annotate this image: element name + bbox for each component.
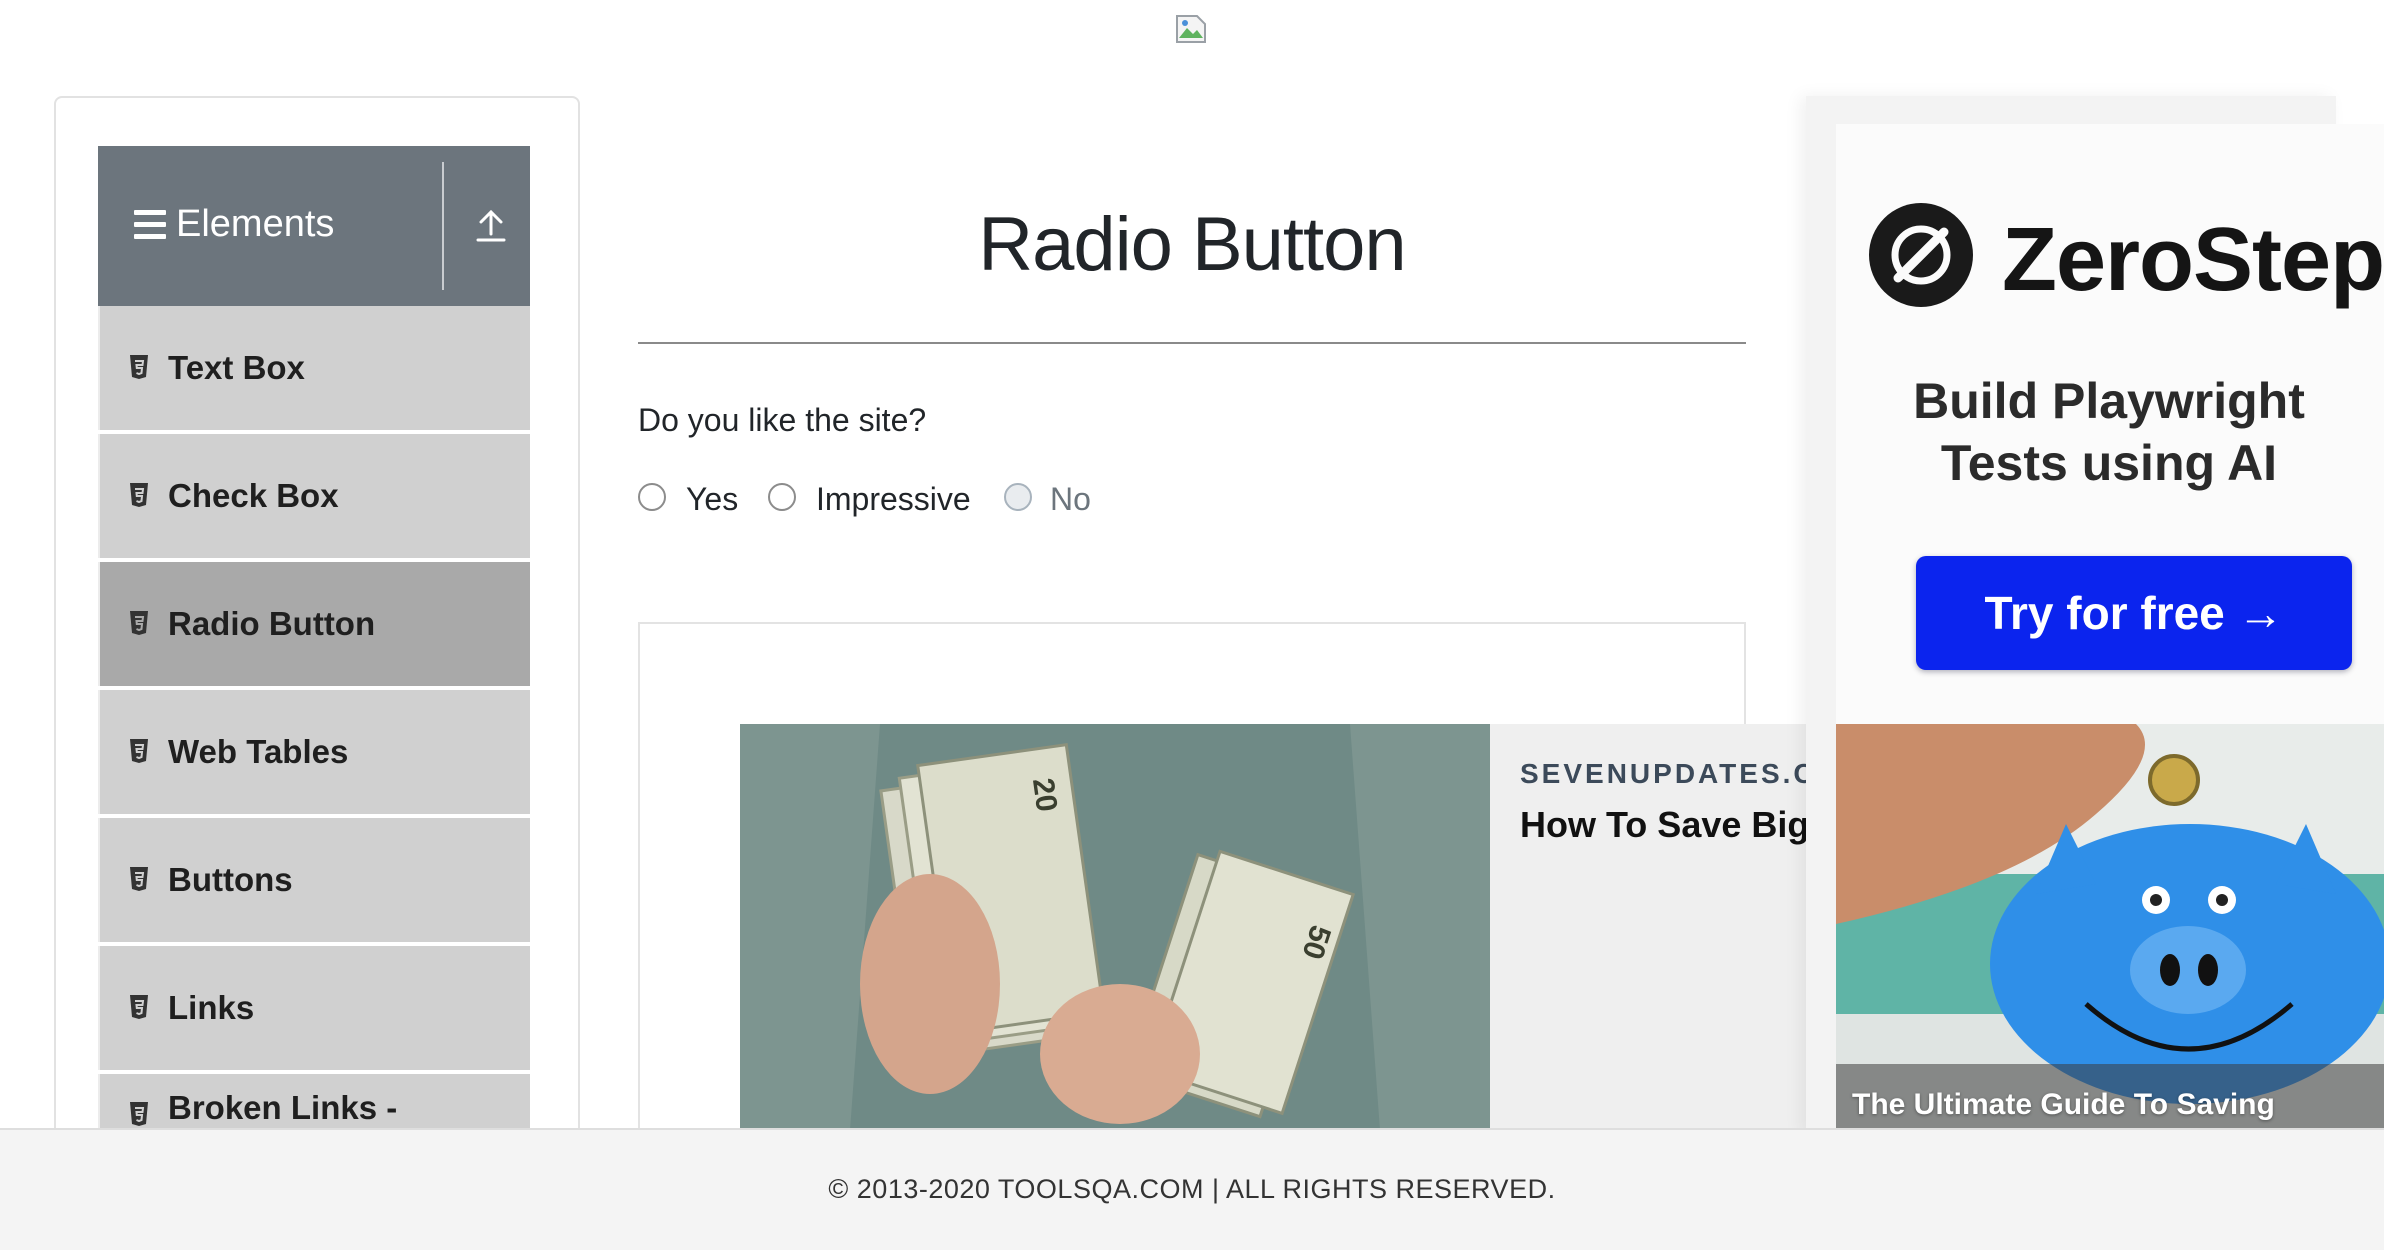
upload-arrow-icon[interactable]	[474, 206, 508, 246]
html5-icon	[130, 355, 148, 379]
piggy-bank-image	[1836, 724, 2384, 1130]
ad-headline[interactable]: How To Save Big A	[1520, 804, 1836, 846]
broken-image-icon	[1176, 15, 1206, 43]
ad-source: SEVENUPDATES.CO	[1520, 758, 1836, 789]
cash-image: 20 50	[740, 724, 1490, 1130]
elements-group-header[interactable]: Elements	[98, 146, 530, 306]
html5-icon	[130, 995, 148, 1019]
radio-label-yes[interactable]: Yes	[686, 478, 738, 520]
zerostep-brand: ZeroStep	[2002, 210, 2384, 310]
try-for-free-button[interactable]: Try for free →	[1916, 556, 2352, 670]
sidebar-item-label: Text Box	[168, 349, 305, 386]
html5-icon	[130, 1102, 148, 1126]
sidebar-item-label: Buttons	[168, 861, 293, 898]
svg-text:20: 20	[1026, 776, 1063, 814]
tagline-line-2: Tests using AI	[1940, 435, 2278, 491]
radio-yes[interactable]	[638, 483, 666, 511]
sidebar-item-label: Check Box	[168, 477, 339, 514]
html5-icon	[130, 867, 148, 891]
group-title: Elements	[176, 203, 335, 245]
bank-ad-caption[interactable]: The Ultimate Guide To Saving	[1852, 1088, 2275, 1122]
radio-label-no: No	[1050, 481, 1091, 517]
footer: © 2013-2020 TOOLSQA.COM | ALL RIGHTS RES…	[0, 1128, 2384, 1250]
native-ad-text[interactable]: SEVENUPDATES.CO How To Save Big A	[1490, 724, 1836, 1130]
radio-no	[1004, 483, 1032, 511]
zerostep-logo-icon	[1869, 203, 1973, 307]
zerostep-tagline: Build Playwright Tests using AI	[1836, 370, 2382, 494]
sidebar-item-text-box[interactable]: Text Box	[98, 306, 530, 430]
html5-icon	[130, 611, 148, 635]
sidebar-item-check-box[interactable]: Check Box	[98, 434, 530, 558]
html5-icon	[130, 483, 148, 507]
radio-label-impressive[interactable]: Impressive	[816, 478, 971, 520]
header-divider	[442, 162, 444, 290]
ad-photo-cash[interactable]: 20 50	[740, 724, 1490, 1130]
sidebar-item-web-tables[interactable]: Web Tables	[98, 690, 530, 814]
sidebar-item-label: Web Tables	[168, 733, 349, 770]
tagline-line-1: Build Playwright	[1913, 373, 2305, 429]
title-divider	[638, 342, 1746, 344]
sidebar-item-label: Broken Links -	[168, 1089, 398, 1126]
radio-impressive[interactable]	[768, 483, 796, 511]
sidebar-menu: Text Box Check Box Radio Button Web Tabl…	[98, 306, 530, 1138]
footer-copyright: © 2013-2020 TOOLSQA.COM | ALL RIGHTS RES…	[828, 1174, 1556, 1204]
html5-icon	[130, 739, 148, 763]
hamburger-icon	[134, 210, 166, 240]
piggy-bank-ad[interactable]: The Ultimate Guide To Saving	[1836, 724, 2384, 1130]
radio-question: Do you like the site?	[638, 402, 927, 438]
zerostep-ad[interactable]: ZeroStep Build Playwright Tests using AI…	[1836, 124, 2384, 724]
page-title: Radio Button	[978, 202, 1406, 287]
sidebar-item-buttons[interactable]: Buttons	[98, 818, 530, 942]
sidebar-card: Elements Text Box Check Box Radio Button…	[54, 96, 580, 1140]
sidebar-item-radio-button[interactable]: Radio Button	[98, 562, 530, 686]
sidebar-item-label: Links	[168, 989, 255, 1026]
sidebar-item-links[interactable]: Links	[98, 946, 530, 1070]
sidebar-item-label: Radio Button	[168, 605, 376, 642]
